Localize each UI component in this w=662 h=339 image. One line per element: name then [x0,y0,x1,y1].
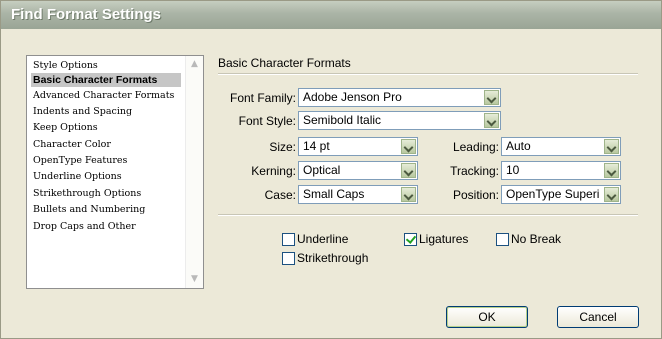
list-item-underline-options[interactable]: Underline Options [31,170,181,184]
chevron-down-icon[interactable] [484,113,499,128]
chevron-down-icon[interactable] [401,163,416,178]
position-select[interactable]: OpenType Superi [501,185,621,204]
position-value: OpenType Superi [506,187,600,201]
category-list[interactable]: Style Options Basic Character Formats Ad… [26,55,204,289]
position-label: Position: [452,188,499,202]
chevron-down-icon[interactable] [604,163,619,178]
section-divider [218,73,638,75]
case-select[interactable]: Small Caps [298,185,418,204]
no-break-label[interactable]: No Break [511,232,561,246]
underline-checkbox[interactable] [282,233,295,246]
list-item-advanced-character-formats[interactable]: Advanced Character Formats [31,89,181,103]
find-format-settings-dialog: Find Format Settings Style Options Basic… [0,0,662,339]
ligatures-label[interactable]: Ligatures [419,232,468,246]
window-title: Find Format Settings [11,6,161,23]
section-title: Basic Character Formats [218,56,351,70]
case-label: Case: [264,188,296,202]
chevron-down-icon[interactable] [604,187,619,202]
size-combobox[interactable]: 14 pt [298,137,418,156]
list-item-style-options[interactable]: Style Options [31,59,181,73]
list-item-bullets-and-numbering[interactable]: Bullets and Numbering [31,203,181,217]
arrow-up-icon[interactable]: ▲ [188,58,201,71]
kerning-value: Optical [303,163,341,177]
list-item-character-color[interactable]: Character Color [31,138,181,152]
font-family-select[interactable]: Adobe Jenson Pro [298,88,501,107]
underline-label[interactable]: Underline [297,232,348,246]
leading-combobox[interactable]: Auto [501,137,621,156]
font-family-value: Adobe Jenson Pro [303,90,402,104]
list-item-indents-and-spacing[interactable]: Indents and Spacing [31,105,181,119]
tracking-combobox[interactable]: 10 [501,161,621,180]
size-value: 14 pt [303,139,330,153]
chevron-down-icon[interactable] [401,139,416,154]
list-item-basic-character-formats[interactable]: Basic Character Formats [31,73,181,87]
list-item-drop-caps-and-other[interactable]: Drop Caps and Other [31,220,181,234]
strikethrough-label[interactable]: Strikethrough [297,251,368,265]
tracking-value: 10 [506,163,520,177]
arrow-down-icon[interactable]: ▼ [188,273,201,286]
list-item-opentype-features[interactable]: OpenType Features [31,154,181,168]
options-divider [218,214,638,216]
ligatures-checkbox[interactable] [404,233,417,246]
size-label: Size: [269,140,296,154]
leading-value: Auto [506,139,531,153]
cancel-button[interactable]: Cancel [557,306,639,328]
font-style-label: Font Style: [238,114,296,128]
chevron-down-icon[interactable] [484,90,499,105]
list-item-strikethrough-options[interactable]: Strikethrough Options [31,187,181,201]
chevron-down-icon[interactable] [604,139,619,154]
kerning-combobox[interactable]: Optical [298,161,418,180]
font-style-value: Semibold Italic [303,113,382,127]
font-style-select[interactable]: Semibold Italic [298,111,501,130]
case-value: Small Caps [303,187,365,201]
title-bar[interactable]: Find Format Settings [1,1,661,29]
leading-label: Leading: [452,140,499,154]
strikethrough-checkbox[interactable] [282,252,295,265]
chevron-down-icon[interactable] [401,187,416,202]
kerning-label: Kerning: [251,164,296,178]
font-family-label: Font Family: [229,91,296,105]
no-break-checkbox[interactable] [496,233,509,246]
tracking-label: Tracking: [450,164,499,178]
list-item-keep-options[interactable]: Keep Options [31,121,181,135]
ok-button[interactable]: OK [446,306,528,328]
